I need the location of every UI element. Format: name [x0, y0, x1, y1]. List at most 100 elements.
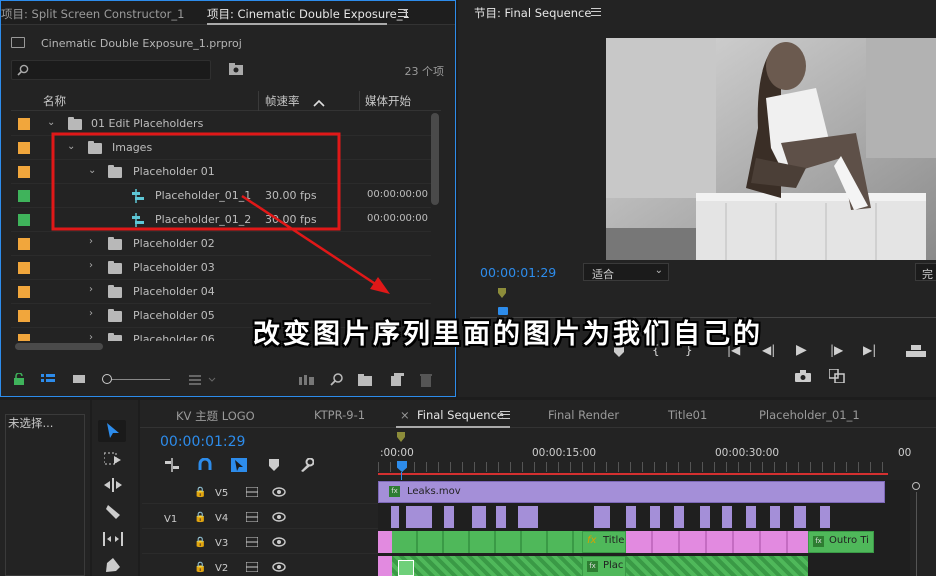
clip-placeholder[interactable]: fx Plac: [582, 556, 626, 576]
sync-lock-icon[interactable]: [246, 562, 258, 572]
step-back-icon[interactable]: ◀|: [762, 343, 775, 357]
lock-track-icon[interactable]: 🔒: [194, 512, 206, 523]
ruler-ticks[interactable]: [378, 462, 888, 472]
fit-select[interactable]: 适合 ⌄: [583, 263, 669, 281]
clip-v3[interactable]: [378, 531, 392, 553]
clip-v4[interactable]: [626, 506, 636, 528]
new-search-bin-icon[interactable]: [228, 62, 244, 76]
panel-menu-icon[interactable]: [500, 411, 510, 419]
horizontal-scrollbar[interactable]: [15, 343, 103, 350]
clip-v4[interactable]: [472, 506, 486, 528]
label-color-swatch[interactable]: [18, 262, 30, 274]
pen-tool-icon[interactable]: [106, 558, 120, 572]
clip-v4[interactable]: [444, 506, 454, 528]
column-fps[interactable]: 帧速率: [265, 93, 300, 111]
in-point-marker-icon[interactable]: [397, 432, 405, 442]
selection-tool-icon[interactable]: [106, 423, 120, 439]
eye-icon[interactable]: [272, 562, 286, 572]
list-item[interactable]: Placeholder_01_2 30.00 fps 00:00:00:00: [11, 208, 431, 232]
label-color-swatch[interactable]: [18, 214, 30, 226]
program-monitor-title[interactable]: 节目: Final Sequence: [474, 5, 591, 21]
lock-track-icon[interactable]: 🔒: [194, 562, 206, 573]
clip-leaks[interactable]: fx Leaks.mov: [378, 481, 885, 503]
chevron-right-icon[interactable]: ›: [89, 284, 93, 295]
vertical-scrollbar[interactable]: [431, 113, 439, 205]
list-item[interactable]: › Placeholder 03: [11, 256, 431, 280]
wrench-icon[interactable]: [300, 458, 314, 472]
icon-view-icon[interactable]: [73, 375, 85, 385]
track-select-tool-icon[interactable]: [104, 452, 122, 466]
eye-icon[interactable]: [272, 487, 286, 497]
export-frame-icon[interactable]: [795, 370, 811, 382]
clip-v4[interactable]: [518, 506, 538, 528]
sync-lock-icon[interactable]: [246, 537, 258, 547]
zoom-slider-track[interactable]: [112, 379, 170, 380]
clip-v3-pink[interactable]: [626, 531, 808, 553]
trash-icon[interactable]: [420, 373, 432, 387]
work-area-bar[interactable]: [378, 473, 888, 475]
clip-v4[interactable]: [391, 506, 399, 528]
ripple-edit-tool-icon[interactable]: [104, 478, 122, 492]
in-point-marker-icon[interactable]: [498, 288, 506, 298]
chevron-right-icon[interactable]: ›: [89, 332, 93, 341]
tab-kv-logo[interactable]: KV 主题 LOGO: [176, 408, 255, 424]
timeline-tracks[interactable]: fx Leaks.mov fx Title fx Outro Ti fx Pla…: [378, 480, 910, 576]
button-editor-icon[interactable]: [906, 345, 926, 357]
clip-v4[interactable]: [674, 506, 684, 528]
clip-title[interactable]: fx Title: [582, 531, 626, 553]
sort-ascending-icon[interactable]: [313, 99, 325, 107]
add-marker-icon[interactable]: [269, 459, 279, 471]
tab-project-cinematic[interactable]: 项目: Cinematic Double Exposure_1: [207, 6, 410, 22]
chevron-down-icon[interactable]: ⌄: [47, 117, 55, 128]
go-to-out-icon[interactable]: ▶|: [863, 343, 876, 357]
clip-v2-thumb[interactable]: [398, 560, 414, 576]
column-name[interactable]: 名称: [43, 93, 66, 111]
clip-v4[interactable]: [820, 506, 830, 528]
label-color-swatch[interactable]: [18, 238, 30, 250]
source-patch-v1[interactable]: V1: [164, 514, 177, 525]
linked-selection-icon[interactable]: [231, 458, 247, 472]
step-forward-icon[interactable]: |▶: [830, 343, 843, 357]
list-item[interactable]: › Placeholder 04: [11, 280, 431, 304]
search-input[interactable]: [11, 60, 211, 80]
lock-track-icon[interactable]: 🔒: [194, 537, 206, 548]
timeline-vertical-scrollbar[interactable]: [916, 492, 917, 576]
clip-v4[interactable]: [650, 506, 660, 528]
column-media-start[interactable]: 媒体开始: [365, 93, 411, 111]
label-color-swatch[interactable]: [18, 190, 30, 202]
label-color-swatch[interactable]: [18, 118, 30, 130]
clip-v2-green[interactable]: [392, 556, 582, 576]
clip-v4[interactable]: [746, 506, 756, 528]
clip-v4[interactable]: [770, 506, 780, 528]
find-icon[interactable]: [330, 373, 344, 387]
tab-final-render[interactable]: Final Render: [548, 408, 619, 422]
clip-v4[interactable]: [594, 506, 610, 528]
zoom-slider-handle[interactable]: [102, 374, 112, 384]
snap-icon[interactable]: [198, 458, 212, 472]
nest-icon[interactable]: [165, 458, 179, 472]
clip-v4[interactable]: [406, 506, 432, 528]
tab-placeholder-01-1[interactable]: Placeholder_01_1: [759, 408, 860, 422]
slip-tool-icon[interactable]: [103, 532, 123, 546]
tab-final-sequence[interactable]: Final Sequence: [417, 408, 504, 422]
compare-view-icon[interactable]: [829, 369, 845, 383]
list-item[interactable]: ⌄ Placeholder 01: [11, 160, 431, 184]
chevron-down-icon[interactable]: ⌄: [88, 165, 96, 176]
label-color-swatch[interactable]: [18, 286, 30, 298]
timeline-scroll-handle[interactable]: [912, 482, 920, 490]
clip-v2[interactable]: [378, 556, 392, 576]
clip-v4[interactable]: [700, 506, 710, 528]
clip-v3-green[interactable]: [392, 531, 582, 553]
new-bin-icon[interactable]: [358, 374, 374, 386]
program-timecode[interactable]: 00:00:01:29: [480, 265, 556, 280]
label-color-swatch[interactable]: [18, 142, 30, 154]
panel-menu-icon[interactable]: [591, 8, 601, 16]
label-color-swatch[interactable]: [18, 334, 30, 341]
chevron-right-icon[interactable]: ›: [89, 308, 93, 319]
panel-menu-icon[interactable]: [398, 9, 408, 17]
play-icon[interactable]: ▶: [796, 342, 807, 358]
list-item[interactable]: › Placeholder 02: [11, 232, 431, 256]
eye-icon[interactable]: [272, 537, 286, 547]
tab-project-split-screen[interactable]: 项目: Split Screen Constructor_1: [1, 6, 184, 22]
clip-v2-green-b[interactable]: [626, 556, 808, 576]
